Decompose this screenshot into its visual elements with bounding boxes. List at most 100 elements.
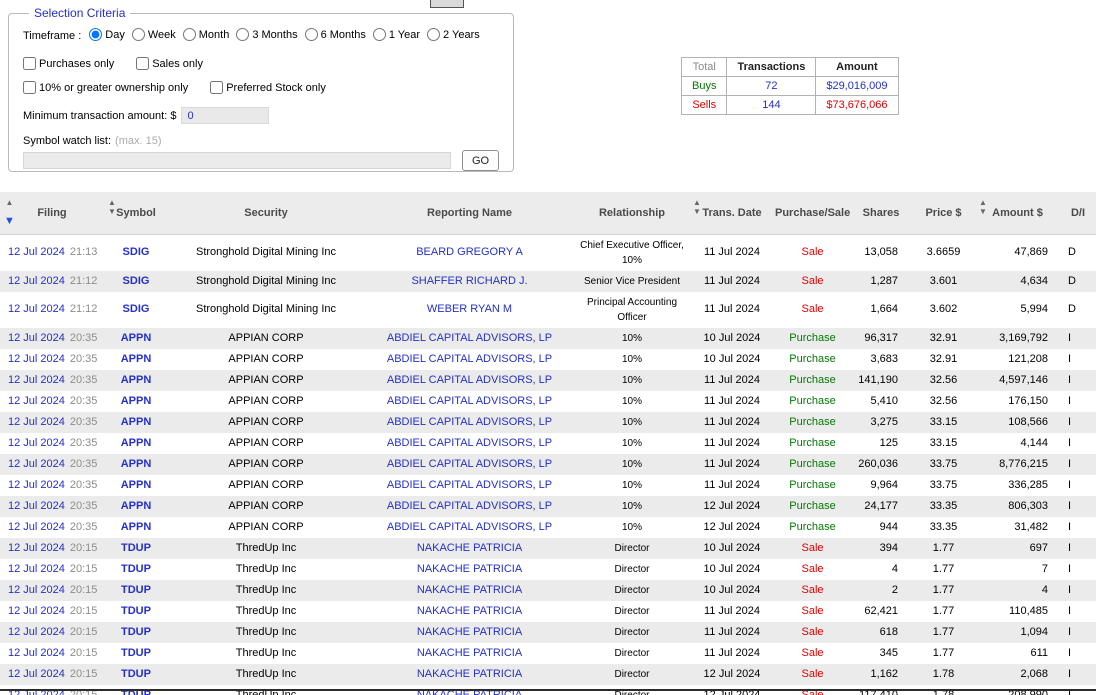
sort-control-amount[interactable]: ▲▼ bbox=[979, 198, 987, 216]
filing-date-link[interactable]: 12 Jul 2024 bbox=[8, 563, 65, 575]
timeframe-option[interactable]: 3 Months bbox=[236, 28, 297, 41]
column-header-filing[interactable]: ▲▼ Filing bbox=[0, 192, 104, 234]
reporting-name-link[interactable]: ABDIEL CAPITAL ADVISORS, LP bbox=[387, 353, 552, 365]
filter-checkbox-option[interactable]: Preferred Stock only bbox=[210, 81, 326, 94]
sort-control-symbol[interactable]: ▲▼ bbox=[108, 198, 116, 216]
min-amount-input[interactable] bbox=[181, 107, 269, 124]
sort-up-icon[interactable]: ▲ bbox=[693, 198, 701, 207]
filing-date-link[interactable]: 12 Jul 2024 bbox=[8, 605, 65, 617]
symbol-link[interactable]: APPN bbox=[121, 416, 152, 428]
column-header-relationship[interactable]: Relationship bbox=[575, 192, 689, 234]
timeframe-option[interactable]: 1 Year bbox=[373, 28, 420, 41]
reporting-name-link[interactable]: NAKACHE PATRICIA bbox=[417, 668, 522, 680]
filter-checkbox[interactable] bbox=[210, 81, 223, 94]
filing-date-link[interactable]: 12 Jul 2024 bbox=[8, 395, 65, 407]
reporting-name-link[interactable]: NAKACHE PATRICIA bbox=[417, 542, 522, 554]
sort-down-icon[interactable]: ▼ bbox=[979, 207, 987, 216]
timeframe-option[interactable]: Month bbox=[183, 28, 230, 41]
filter-checkbox-option[interactable]: Purchases only bbox=[23, 57, 114, 70]
symbol-link[interactable]: APPN bbox=[121, 353, 152, 365]
symbol-link[interactable]: APPN bbox=[121, 500, 152, 512]
filing-date-link[interactable]: 12 Jul 2024 bbox=[8, 246, 65, 258]
filing-date-link[interactable]: 12 Jul 2024 bbox=[8, 626, 65, 638]
sort-up-icon[interactable]: ▲ bbox=[108, 198, 116, 207]
filing-date-link[interactable]: 12 Jul 2024 bbox=[8, 668, 65, 680]
symbol-link[interactable]: TDUP bbox=[121, 647, 151, 659]
timeframe-option[interactable]: Day bbox=[89, 28, 125, 41]
reporting-name-link[interactable]: ABDIEL CAPITAL ADVISORS, LP bbox=[387, 395, 552, 407]
reporting-name-link[interactable]: SHAFFER RICHARD J. bbox=[411, 275, 527, 287]
reporting-name-link[interactable]: ABDIEL CAPITAL ADVISORS, LP bbox=[387, 437, 552, 449]
reporting-name-link[interactable]: NAKACHE PATRICIA bbox=[417, 647, 522, 659]
symbol-link[interactable]: TDUP bbox=[121, 563, 151, 575]
filing-date-link[interactable]: 12 Jul 2024 bbox=[8, 303, 65, 315]
filing-date-link[interactable]: 12 Jul 2024 bbox=[8, 521, 65, 533]
reporting-name-link[interactable]: NAKACHE PATRICIA bbox=[417, 563, 522, 575]
filing-date-link[interactable]: 12 Jul 2024 bbox=[8, 647, 65, 659]
column-header-amount[interactable]: ▲▼ Amount $ bbox=[975, 192, 1060, 234]
filing-date-link[interactable]: 12 Jul 2024 bbox=[8, 416, 65, 428]
sort-down-icon[interactable]: ▼ bbox=[108, 207, 116, 216]
column-header-price[interactable]: Price $ bbox=[912, 192, 975, 234]
column-header-purchase-sale[interactable]: Purchase/Sale bbox=[775, 192, 850, 234]
timeframe-option[interactable]: 6 Months bbox=[305, 28, 366, 41]
filter-checkbox-option[interactable]: 10% or greater ownership only bbox=[23, 81, 188, 94]
symbol-link[interactable]: APPN bbox=[121, 479, 152, 491]
timeframe-radio[interactable] bbox=[236, 28, 249, 41]
filing-date-link[interactable]: 12 Jul 2024 bbox=[8, 353, 65, 365]
sort-up-icon[interactable]: ▲ bbox=[979, 198, 987, 207]
timeframe-radio[interactable] bbox=[183, 28, 196, 41]
timeframe-radio[interactable] bbox=[427, 28, 440, 41]
symbol-link[interactable]: APPN bbox=[121, 521, 152, 533]
timeframe-option[interactable]: Week bbox=[132, 28, 176, 41]
filing-date-link[interactable]: 12 Jul 2024 bbox=[8, 458, 65, 470]
sort-down-icon[interactable]: ▼ bbox=[693, 207, 701, 216]
go-button[interactable]: GO bbox=[462, 150, 499, 171]
filing-date-link[interactable]: 12 Jul 2024 bbox=[8, 500, 65, 512]
reporting-name-link[interactable]: ABDIEL CAPITAL ADVISORS, LP bbox=[387, 521, 552, 533]
symbol-link[interactable]: APPN bbox=[121, 395, 152, 407]
column-header-shares[interactable]: Shares bbox=[850, 192, 912, 234]
symbol-link[interactable]: TDUP bbox=[121, 668, 151, 680]
symbol-link[interactable]: SDIG bbox=[123, 275, 150, 287]
sort-control-filing[interactable]: ▲▼ bbox=[4, 198, 15, 227]
reporting-name-link[interactable]: ABDIEL CAPITAL ADVISORS, LP bbox=[387, 374, 552, 386]
symbol-link[interactable]: APPN bbox=[121, 458, 152, 470]
filing-date-link[interactable]: 12 Jul 2024 bbox=[8, 374, 65, 386]
symbol-link[interactable]: APPN bbox=[121, 374, 152, 386]
reporting-name-link[interactable]: BEARD GREGORY A bbox=[416, 246, 523, 258]
symbol-link[interactable]: TDUP bbox=[121, 584, 151, 596]
reporting-name-link[interactable]: ABDIEL CAPITAL ADVISORS, LP bbox=[387, 479, 552, 491]
filter-checkbox-option[interactable]: Sales only bbox=[136, 57, 203, 70]
symbol-link[interactable]: APPN bbox=[121, 332, 152, 344]
reporting-name-link[interactable]: NAKACHE PATRICIA bbox=[417, 605, 522, 617]
filter-checkbox[interactable] bbox=[136, 57, 149, 70]
timeframe-radio[interactable] bbox=[89, 28, 102, 41]
reporting-name-link[interactable]: NAKACHE PATRICIA bbox=[417, 626, 522, 638]
filter-checkbox[interactable] bbox=[23, 57, 36, 70]
sort-down-icon[interactable]: ▼ bbox=[4, 216, 15, 227]
reporting-name-link[interactable]: ABDIEL CAPITAL ADVISORS, LP bbox=[387, 500, 552, 512]
symbol-link[interactable]: SDIG bbox=[123, 303, 150, 315]
column-header-security[interactable]: Security bbox=[168, 192, 364, 234]
column-header-di[interactable]: D/I bbox=[1060, 192, 1096, 234]
filing-date-link[interactable]: 12 Jul 2024 bbox=[8, 332, 65, 344]
reporting-name-link[interactable]: ABDIEL CAPITAL ADVISORS, LP bbox=[387, 332, 552, 344]
reporting-name-link[interactable]: ABDIEL CAPITAL ADVISORS, LP bbox=[387, 416, 552, 428]
filing-date-link[interactable]: 12 Jul 2024 bbox=[8, 479, 65, 491]
symbol-link[interactable]: APPN bbox=[121, 437, 152, 449]
filing-date-link[interactable]: 12 Jul 2024 bbox=[8, 275, 65, 287]
reporting-name-link[interactable]: ABDIEL CAPITAL ADVISORS, LP bbox=[387, 458, 552, 470]
symbol-link[interactable]: SDIG bbox=[123, 246, 150, 258]
reporting-name-link[interactable]: NAKACHE PATRICIA bbox=[417, 584, 522, 596]
filing-date-link[interactable]: 12 Jul 2024 bbox=[8, 437, 65, 449]
reporting-name-link[interactable]: WEBER RYAN M bbox=[427, 303, 512, 315]
timeframe-radio[interactable] bbox=[373, 28, 386, 41]
column-header-symbol[interactable]: ▲▼ Symbol bbox=[104, 192, 168, 234]
timeframe-option[interactable]: 2 Years bbox=[427, 28, 480, 41]
timeframe-radio[interactable] bbox=[305, 28, 318, 41]
symbol-link[interactable]: TDUP bbox=[121, 626, 151, 638]
symbol-link[interactable]: TDUP bbox=[121, 605, 151, 617]
filter-checkbox[interactable] bbox=[23, 81, 36, 94]
filing-date-link[interactable]: 12 Jul 2024 bbox=[8, 584, 65, 596]
